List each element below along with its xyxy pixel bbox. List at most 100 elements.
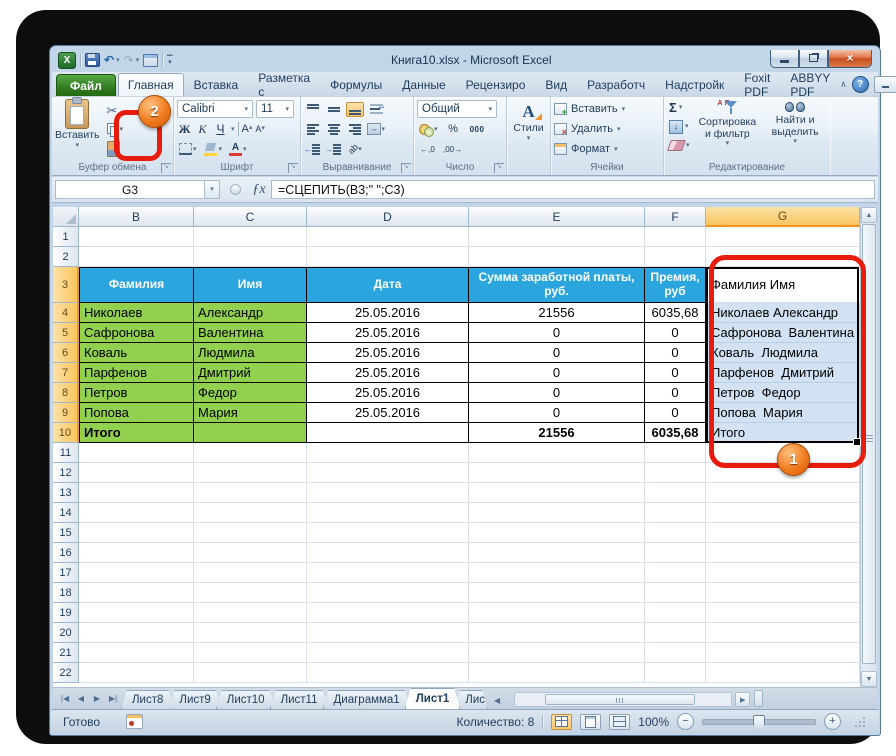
row-header-18[interactable]: 18 (53, 583, 79, 603)
cell-F22[interactable] (645, 663, 706, 683)
cell-D13[interactable] (307, 483, 469, 503)
cell-B7[interactable]: Парфенов (79, 363, 194, 383)
cell-B3[interactable]: Фамилия (79, 267, 194, 303)
cell-C7[interactable]: Дмитрий (194, 363, 307, 383)
clipboard-dialog-launcher-icon[interactable] (161, 163, 171, 173)
cell-F8[interactable]: 0 (645, 383, 706, 403)
tab-scroll-left-icon[interactable]: ◀ (494, 696, 500, 705)
cell-B11[interactable] (79, 443, 194, 463)
page-break-view-button[interactable] (609, 714, 630, 730)
cell-F5[interactable]: 0 (645, 323, 706, 343)
cell-E9[interactable]: 0 (469, 403, 645, 423)
cell-E11[interactable] (469, 443, 645, 463)
align-middle-button[interactable] (325, 102, 343, 117)
font-color-button[interactable]: А▾ (227, 141, 249, 158)
font-size-select[interactable]: 11▾ (256, 100, 294, 118)
name-box[interactable]: G3 (55, 180, 205, 199)
minimize-button[interactable] (770, 50, 799, 68)
cell-E14[interactable] (469, 503, 645, 523)
cell-G5[interactable]: Сафронова Валентина (706, 323, 860, 343)
quick-access-extra-icon[interactable] (143, 54, 158, 67)
cell-F15[interactable] (645, 523, 706, 543)
cell-B8[interactable]: Петров (79, 383, 194, 403)
cell-B4[interactable]: Николаев (79, 303, 194, 323)
ribbon-tab-4[interactable]: Формулы (320, 73, 392, 96)
zoom-in-button[interactable]: + (824, 713, 841, 730)
column-header-B[interactable]: B (79, 207, 194, 227)
workbook-minimize-button[interactable] (874, 76, 896, 93)
ribbon-tab-7[interactable]: Вид (535, 73, 577, 96)
cell-C11[interactable] (194, 443, 307, 463)
cell-F16[interactable] (645, 543, 706, 563)
cell-F1[interactable] (645, 227, 706, 247)
fill-color-button[interactable]: ▾ (202, 141, 225, 158)
increase-decimal-button[interactable]: ←,0 (417, 141, 438, 158)
cell-B6[interactable]: Коваль (79, 343, 194, 363)
cell-E22[interactable] (469, 663, 645, 683)
tab-split-handle[interactable] (754, 690, 763, 707)
ribbon-tab-5[interactable]: Данные (392, 73, 455, 96)
cell-F19[interactable] (645, 603, 706, 623)
cell-D20[interactable] (307, 623, 469, 643)
cell-E15[interactable] (469, 523, 645, 543)
row-header-2[interactable]: 2 (53, 247, 79, 267)
format-painter-button[interactable] (105, 140, 126, 157)
cell-G21[interactable] (706, 643, 860, 663)
cell-B9[interactable]: Попова (79, 403, 194, 423)
cell-C4[interactable]: Александр (194, 303, 307, 323)
close-button[interactable]: × (828, 50, 872, 68)
cell-E20[interactable] (469, 623, 645, 643)
vertical-scrollbar[interactable]: ▲ ▼ (860, 207, 877, 687)
ribbon-tab-3[interactable]: Разметка с (248, 73, 320, 96)
next-sheet-button[interactable]: ▶ (89, 690, 105, 707)
row-header-10[interactable]: 10 (53, 423, 79, 443)
cell-B17[interactable] (79, 563, 194, 583)
cell-G14[interactable] (706, 503, 860, 523)
row-header-8[interactable]: 8 (53, 383, 79, 403)
redo-icon[interactable]: ↷ (124, 54, 134, 66)
cell-B22[interactable] (79, 663, 194, 683)
cell-C19[interactable] (194, 603, 307, 623)
orientation-button[interactable]: ab▾ (346, 142, 364, 157)
cell-D11[interactable] (307, 443, 469, 463)
paste-button[interactable]: Вставить ▾ (55, 99, 100, 157)
cell-F20[interactable] (645, 623, 706, 643)
row-header-9[interactable]: 9 (53, 403, 79, 423)
cell-E19[interactable] (469, 603, 645, 623)
save-icon[interactable] (85, 53, 100, 67)
cell-G8[interactable]: Петров Федор (706, 383, 860, 403)
cell-C22[interactable] (194, 663, 307, 683)
cell-F9[interactable]: 0 (645, 403, 706, 423)
row-header-11[interactable]: 11 (53, 443, 79, 463)
undo-dropdown-icon[interactable]: ▾ (116, 56, 120, 64)
cell-D14[interactable] (307, 503, 469, 523)
find-select-button[interactable]: Найти и выделить ▾ (763, 99, 827, 154)
cell-F4[interactable]: 6035,68 (645, 303, 706, 323)
undo-icon[interactable]: ↶ (104, 54, 114, 66)
column-header-F[interactable]: F (645, 207, 706, 227)
scroll-down-button[interactable]: ▼ (861, 671, 877, 687)
format-cells-button[interactable]: Формат▾ (554, 139, 660, 159)
align-top-button[interactable] (304, 102, 322, 117)
cell-D6[interactable]: 25.05.2016 (307, 343, 469, 363)
cell-D17[interactable] (307, 563, 469, 583)
cell-B2[interactable] (79, 247, 194, 267)
cell-C13[interactable] (194, 483, 307, 503)
file-tab[interactable]: Файл (56, 74, 116, 96)
row-header-19[interactable]: 19 (53, 603, 79, 623)
cell-G6[interactable]: Коваль Людмила (706, 343, 860, 363)
row-header-3[interactable]: 3 (53, 267, 79, 303)
cell-D9[interactable]: 25.05.2016 (307, 403, 469, 423)
ribbon-tab-8[interactable]: Разработч (577, 73, 655, 96)
cell-C14[interactable] (194, 503, 307, 523)
select-all-corner[interactable] (53, 207, 79, 227)
zoom-slider-thumb[interactable] (753, 715, 765, 730)
cell-C18[interactable] (194, 583, 307, 603)
horizontal-scrollbar-thumb[interactable] (545, 694, 695, 705)
sheet-tab-1[interactable]: Лист8 (121, 690, 174, 709)
number-format-select[interactable]: Общий▾ (417, 100, 497, 118)
cell-F7[interactable]: 0 (645, 363, 706, 383)
row-header-5[interactable]: 5 (53, 323, 79, 343)
cell-E4[interactable]: 21556 (469, 303, 645, 323)
italic-button[interactable]: К (195, 121, 210, 138)
